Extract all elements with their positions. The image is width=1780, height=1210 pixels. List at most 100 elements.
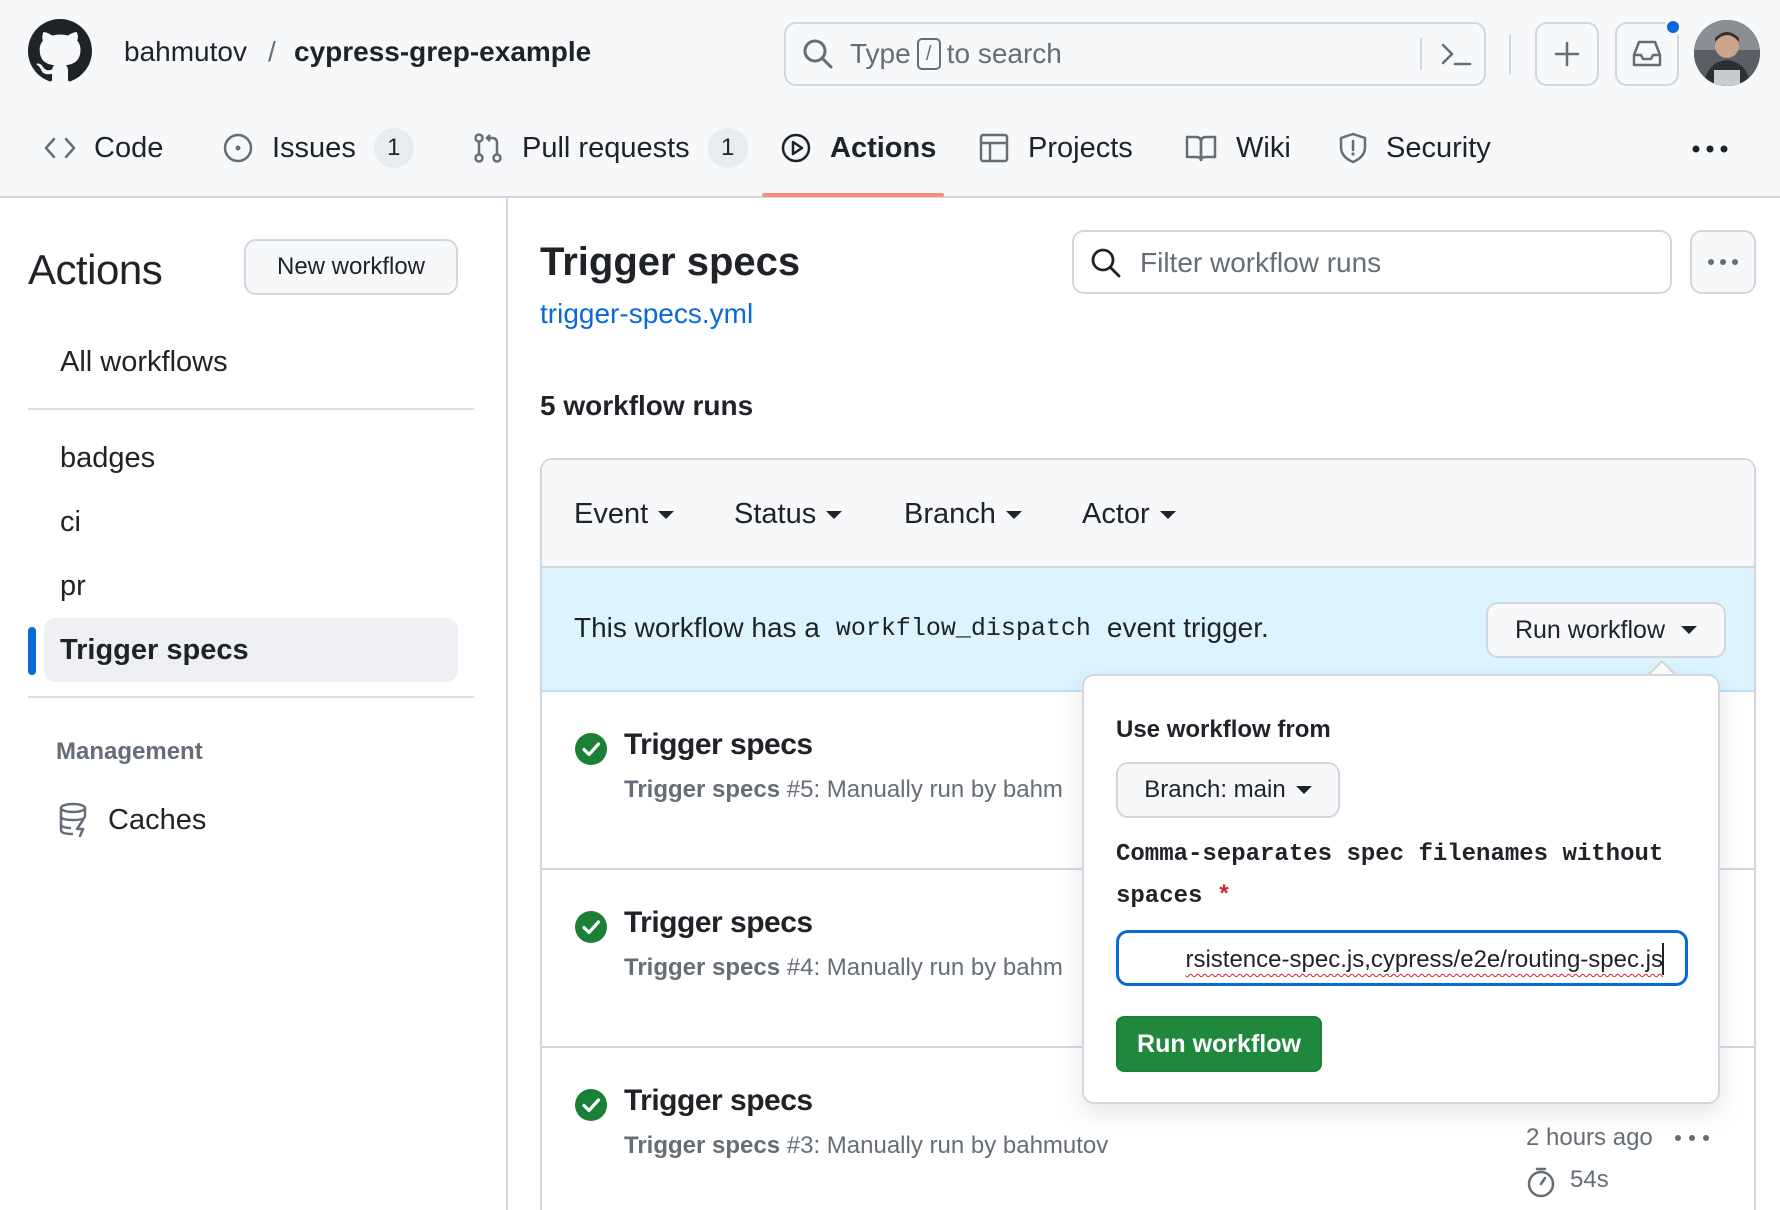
new-workflow-button[interactable]: New workflow xyxy=(244,239,458,295)
tab-issues[interactable]: Issues 1 xyxy=(222,126,414,170)
search-placeholder: Type / to search xyxy=(850,38,1062,70)
run-title-link[interactable]: Trigger specs xyxy=(624,906,813,940)
slash-key-hint: / xyxy=(916,38,941,70)
tab-projects[interactable]: Projects xyxy=(978,126,1133,170)
runs-filter-bar: Event Status Branch Actor xyxy=(542,460,1754,568)
status-filter-dropdown[interactable]: Status xyxy=(734,498,843,531)
branch-filter-dropdown[interactable]: Branch xyxy=(904,498,1022,531)
shield-icon xyxy=(1339,132,1367,164)
sidebar-active-indicator xyxy=(28,627,36,675)
run-workflow-dropdown-label: Run workflow xyxy=(1514,615,1666,644)
sidebar-item-pr[interactable]: pr xyxy=(44,554,458,618)
issues-count-badge: 1 xyxy=(373,128,414,168)
chevron-down-icon xyxy=(1159,510,1176,519)
workflow-file-link[interactable]: trigger-specs.yml xyxy=(540,298,753,330)
search-suffix: to search xyxy=(946,38,1062,69)
actor-filter-label: Actor xyxy=(1082,498,1150,530)
tab-security-label: Security xyxy=(1386,131,1491,164)
sidebar-divider xyxy=(506,198,508,1210)
breadcrumb-separator: / xyxy=(268,36,276,67)
tab-code[interactable]: Code xyxy=(44,126,163,170)
search-icon xyxy=(1091,248,1121,278)
text-cursor xyxy=(1662,943,1664,975)
caches-label: Caches xyxy=(108,803,207,836)
chevron-down-icon xyxy=(658,510,675,519)
chevron-down-icon xyxy=(1005,510,1022,519)
event-filter-dropdown[interactable]: Event xyxy=(574,498,675,531)
run-title-link[interactable]: Trigger specs xyxy=(624,1084,813,1118)
book-icon xyxy=(1185,135,1217,162)
required-asterisk: * xyxy=(1216,883,1232,910)
sidebar-item-trigger-specs[interactable]: Trigger specs xyxy=(44,618,458,682)
plus-icon xyxy=(1554,41,1580,67)
branch-filter-label: Branch xyxy=(904,498,996,530)
run-options-icon[interactable] xyxy=(1672,1128,1712,1148)
run-workflow-submit-button[interactable]: Run workflow xyxy=(1116,1016,1322,1072)
spec-input-label: Comma-separates spec filenames without s… xyxy=(1116,834,1696,918)
tab-wiki-label: Wiki xyxy=(1236,131,1291,164)
run-number: #5 xyxy=(786,776,814,803)
issue-icon xyxy=(223,133,253,163)
sidebar-title: Actions xyxy=(28,246,163,293)
branch-select-label: Branch: main xyxy=(1144,776,1286,803)
tab-actions[interactable]: Actions xyxy=(780,126,936,170)
repo-name-link[interactable]: cypress-grep-example xyxy=(294,36,591,68)
run-workflow-dropdown-button[interactable]: Run workflow xyxy=(1486,602,1726,658)
pull-requests-count-badge: 1 xyxy=(707,128,748,168)
github-logo-icon[interactable] xyxy=(28,19,92,83)
dispatch-message: This workflow has a workflow_dispatch ev… xyxy=(574,612,1269,644)
branch-select-button[interactable]: Branch: main xyxy=(1116,762,1340,818)
tab-wiki[interactable]: Wiki xyxy=(1184,126,1291,170)
dispatch-code: workflow_dispatch xyxy=(835,613,1091,643)
command-palette-icon[interactable] xyxy=(1440,40,1472,68)
tab-code-label: Code xyxy=(94,131,164,164)
use-workflow-from-label: Use workflow from xyxy=(1116,716,1331,743)
table-icon xyxy=(979,133,1009,163)
tab-security[interactable]: Security xyxy=(1338,126,1491,170)
tab-pull-requests[interactable]: Pull requests 1 xyxy=(472,126,748,170)
tab-issues-label: Issues xyxy=(272,131,356,164)
user-avatar[interactable] xyxy=(1694,20,1760,86)
tab-actions-label: Actions xyxy=(830,131,937,164)
app-header: bahmutov / cypress-grep-example Type / t… xyxy=(0,0,1780,198)
run-title-link[interactable]: Trigger specs xyxy=(624,728,813,762)
code-icon xyxy=(44,137,76,159)
check-circle-icon xyxy=(575,1089,607,1121)
sidebar-item-all-workflows[interactable]: All workflows xyxy=(44,330,458,394)
actor-filter-dropdown[interactable]: Actor xyxy=(1082,498,1176,531)
tab-pull-requests-label: Pull requests xyxy=(522,131,690,164)
run-timestamp: 2 hours ago xyxy=(1526,1124,1653,1151)
avatar-image xyxy=(1694,20,1760,86)
dispatch-text-before: This workflow has a xyxy=(574,612,820,643)
global-search-input[interactable]: Type / to search xyxy=(784,22,1486,86)
check-circle-icon xyxy=(575,911,607,943)
workflow-more-button[interactable] xyxy=(1690,230,1756,294)
kebab-horizontal-icon xyxy=(1708,259,1738,265)
repo-owner-link[interactable]: bahmutov xyxy=(124,36,247,68)
workflow-title: Trigger specs xyxy=(540,240,801,284)
spec-input-label-text: Comma-separates spec filenames without s… xyxy=(1116,841,1664,910)
unread-notification-dot xyxy=(1664,18,1682,36)
tab-projects-label: Projects xyxy=(1028,131,1133,164)
run-workflow-popover: Use workflow from Branch: main Comma-sep… xyxy=(1082,674,1720,1104)
run-workflow-name: Trigger specs xyxy=(624,1132,781,1159)
spec-filenames-input[interactable]: rsistence-spec.js,cypress/e2e/routing-sp… xyxy=(1116,930,1688,986)
event-filter-label: Event xyxy=(574,498,649,530)
create-new-button[interactable] xyxy=(1535,22,1599,86)
more-tabs-icon[interactable] xyxy=(1690,134,1730,164)
sidebar-item-caches[interactable]: Caches xyxy=(58,798,206,842)
pull-request-icon xyxy=(474,133,502,163)
search-divider xyxy=(1420,38,1422,70)
run-trigger-text: : Manually run by bahmutov xyxy=(813,1132,1109,1159)
play-icon xyxy=(781,133,811,163)
run-description: Trigger specs #4: Manually run by bahm xyxy=(624,954,1063,982)
dispatch-text-after: event trigger. xyxy=(1106,612,1269,643)
filter-workflow-runs-input[interactable]: Filter workflow runs xyxy=(1072,230,1672,294)
run-workflow-name: Trigger specs xyxy=(624,776,781,803)
sidebar-item-ci[interactable]: ci xyxy=(44,490,458,554)
run-number: #4 xyxy=(786,954,814,981)
sidebar-separator xyxy=(28,696,474,698)
spec-input-value: rsistence-spec.js,cypress/e2e/routing-sp… xyxy=(1185,946,1663,973)
run-trigger-text: : Manually run by bahm xyxy=(813,776,1063,803)
sidebar-item-badges[interactable]: badges xyxy=(44,426,458,490)
